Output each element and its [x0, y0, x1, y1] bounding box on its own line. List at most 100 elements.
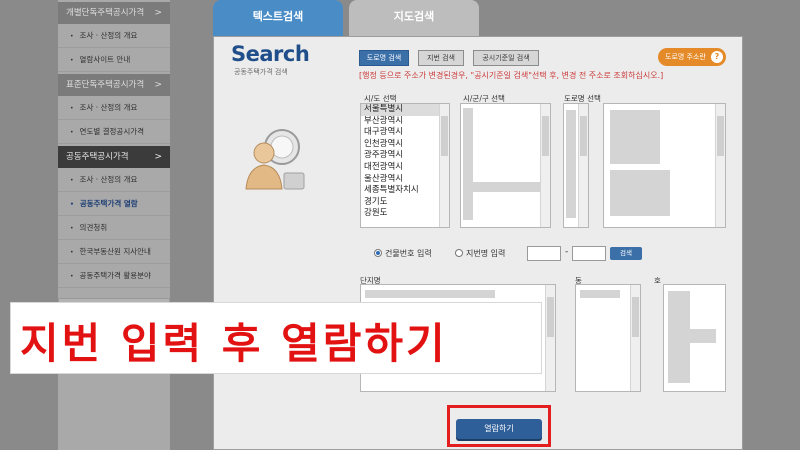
building-select[interactable] — [575, 284, 641, 392]
help-button-label: 도로명 주소란 — [665, 53, 706, 61]
sidebar-item-label: 공동주택가격 열람 — [79, 199, 138, 208]
radio-label: 지번명 입력 — [466, 249, 506, 258]
sido-option[interactable]: 울산광역시 — [361, 174, 449, 186]
blurred-content — [668, 291, 690, 383]
sidebar-item-label: 한국부동산원 지사안내 — [79, 247, 151, 256]
chevron-right-icon: > — [154, 152, 162, 162]
bullet-icon: • — [70, 201, 74, 208]
person-search-icon — [245, 129, 305, 190]
sido-option[interactable]: 부산광역시 — [361, 116, 449, 128]
bullet-icon: • — [70, 105, 74, 112]
highlight-box — [447, 405, 551, 447]
building-number-option[interactable]: 건물번호 입력 — [374, 248, 432, 259]
sidebar-section-standard[interactable]: 표준단독주택공시가격 > — [58, 74, 170, 96]
scrollbar[interactable] — [578, 104, 588, 227]
radio-unchecked-icon[interactable] — [455, 249, 463, 257]
sidebar-item-usage[interactable]: • 공동주택가격 활용분야 — [58, 264, 170, 288]
bullet-icon: • — [70, 129, 74, 136]
road-address-help-button[interactable]: 도로명 주소란 ? — [658, 48, 726, 66]
road-select[interactable] — [603, 103, 726, 228]
sido-option[interactable]: 대구광역시 — [361, 127, 449, 139]
bullet-icon: • — [70, 33, 74, 40]
lot-number-option[interactable]: 지번명 입력 — [455, 248, 505, 259]
scrollbar[interactable] — [545, 285, 555, 391]
scrollbar[interactable] — [630, 285, 640, 391]
search-panel: 텍스트검색 지도검색 Search 공동주택가격 검색 도로명 검색 지번 검색… — [213, 0, 743, 450]
date-search-button[interactable]: 공시기준일 검색 — [473, 50, 539, 66]
number-sub-input[interactable] — [572, 246, 606, 261]
bullet-icon: • — [70, 249, 74, 256]
number-main-input[interactable] — [527, 246, 561, 261]
sido-option[interactable]: 광주광역시 — [361, 150, 449, 162]
question-icon: ? — [711, 51, 723, 63]
scrollbar[interactable] — [715, 104, 725, 227]
notice-text: [행정 등으로 주소가 변경된경우, "공시기준일 검색"선택 후, 변경 전 … — [359, 71, 664, 80]
sidebar-item-label: 조사 · 산정의 개요 — [79, 103, 138, 112]
scrollbar-thumb[interactable] — [580, 116, 587, 156]
sidebar-item-yearly-price[interactable]: • 연도별 결정공시가격 — [58, 120, 170, 144]
number-search-button[interactable]: 검색 — [610, 247, 642, 260]
scrollbar-thumb[interactable] — [632, 297, 639, 337]
dash-separator: - — [565, 247, 569, 257]
scrollbar-thumb[interactable] — [717, 116, 724, 156]
sidebar-item-label: 조사 · 산정의 개요 — [79, 175, 138, 184]
sidebar-item-branches[interactable]: • 한국부동산원 지사안내 — [58, 240, 170, 264]
sidebar-item-price-view[interactable]: • 공동주택가격 열람 — [58, 192, 170, 216]
lot-search-button[interactable]: 지번 검색 — [418, 50, 464, 66]
sidebar-section-apartment[interactable]: 공동주택공시가격 > — [58, 146, 170, 168]
sidebar-item-label: 의견청취 — [79, 223, 108, 232]
radio-checked-icon[interactable] — [374, 249, 382, 257]
search-content: Search 공동주택가격 검색 도로명 검색 지번 검색 공시기준일 검색 도… — [213, 36, 743, 450]
sidebar-section-label: 표준단독주택공시가격 — [66, 80, 145, 90]
blurred-content — [610, 110, 660, 164]
blurred-content — [580, 290, 620, 298]
sidebar-item-label: 열람사이트 안내 — [79, 55, 131, 64]
blurred-content — [463, 182, 541, 192]
search-subtitle: 공동주택가격 검색 — [234, 68, 288, 76]
sido-option[interactable]: 서울특별시 — [361, 104, 449, 116]
blurred-content — [610, 170, 670, 216]
sido-option[interactable]: 세종특별자치시 — [361, 185, 449, 197]
unit-select[interactable] — [663, 284, 726, 392]
sidebar-section-label: 개별단독주택공시가격 — [66, 8, 145, 18]
sidebar-item-overview[interactable]: • 조사 · 산정의 개요 — [58, 24, 170, 48]
left-sidebar: 개별단독주택공시가격 > • 조사 · 산정의 개요 • 열람사이트 안내 표준단독… — [58, 0, 170, 450]
road-search-button[interactable]: 도로명 검색 — [359, 50, 409, 66]
sido-option[interactable]: 대전광역시 — [361, 162, 449, 174]
sido-option[interactable]: 인천광역시 — [361, 139, 449, 151]
bullet-icon: • — [70, 57, 74, 64]
scrollbar-thumb[interactable] — [441, 116, 448, 156]
blurred-content — [463, 108, 473, 220]
scrollbar-thumb[interactable] — [547, 297, 554, 337]
sidebar-section-individual[interactable]: 개별단독주택공시가격 > — [58, 2, 170, 24]
caption-text: 지번 입력 후 열람하기 — [20, 319, 448, 368]
blurred-content — [365, 290, 495, 298]
chevron-right-icon: > — [154, 8, 162, 18]
sidebar-item-label: 공동주택가격 활용분야 — [79, 271, 151, 280]
scrollbar[interactable] — [540, 104, 550, 227]
sidebar-item-label: 조사 · 산정의 개요 — [79, 31, 138, 40]
blurred-content — [690, 329, 716, 343]
sidebar-item-site-guide[interactable]: • 열람사이트 안내 — [58, 48, 170, 72]
radio-label: 건물번호 입력 — [385, 249, 432, 258]
scrollbar-thumb[interactable] — [542, 116, 549, 156]
sido-option[interactable]: 강원도 — [361, 208, 449, 220]
bullet-icon: • — [70, 177, 74, 184]
tab-text-search[interactable]: 텍스트검색 — [213, 0, 343, 36]
unit-label: 호 — [654, 276, 661, 285]
sigungu-select[interactable] — [460, 103, 551, 228]
blurred-content — [566, 110, 576, 218]
sidebar-item-opinion[interactable]: • 의견청취 — [58, 216, 170, 240]
bullet-icon: • — [70, 273, 74, 280]
sido-option[interactable]: 경기도 — [361, 197, 449, 209]
scrollbar[interactable] — [439, 104, 449, 227]
tab-map-search[interactable]: 지도검색 — [349, 0, 479, 36]
chevron-right-icon: > — [154, 80, 162, 90]
search-logo: Search — [231, 42, 310, 66]
sido-select[interactable]: 서울특별시 부산광역시 대구광역시 인천광역시 광주광역시 대전광역시 울산광역… — [360, 103, 450, 228]
sidebar-item-label: 연도별 결정공시가격 — [79, 127, 145, 136]
road-initial-select[interactable] — [563, 103, 589, 228]
sidebar-item-overview[interactable]: • 조사 · 산정의 개요 — [58, 168, 170, 192]
bullet-icon: • — [70, 225, 74, 232]
sidebar-item-overview[interactable]: • 조사 · 산정의 개요 — [58, 96, 170, 120]
